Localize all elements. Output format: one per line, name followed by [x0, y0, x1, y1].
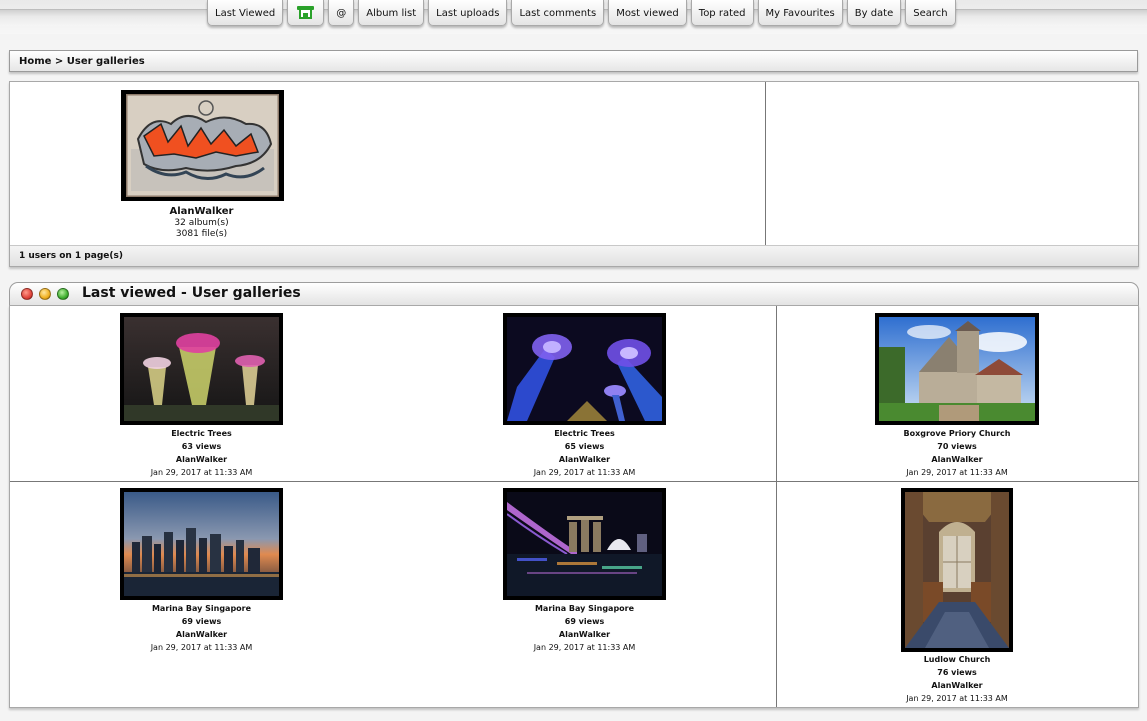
- photo-card: Electric Trees 63 views AlanWalker Jan 2…: [10, 306, 393, 481]
- breadcrumb[interactable]: Home > User galleries: [9, 50, 1138, 72]
- maximize-dot-icon[interactable]: [57, 288, 69, 300]
- photo-thumbnail[interactable]: [120, 313, 283, 425]
- tab-last-uploads[interactable]: Last uploads: [428, 0, 508, 26]
- photo-card: Boxgrove Priory Church 70 views AlanWalk…: [776, 306, 1138, 481]
- tab-home[interactable]: [287, 0, 325, 26]
- user-name[interactable]: AlanWalker: [10, 206, 393, 217]
- photo-owner[interactable]: AlanWalker: [776, 453, 1138, 466]
- photo-title[interactable]: Ludlow Church: [776, 653, 1138, 666]
- marina-bay-skyline-image: [124, 492, 279, 596]
- photo-card: Electric Trees 65 views AlanWalker Jan 2…: [393, 306, 776, 481]
- user-gallery-thumbnail[interactable]: [121, 90, 284, 201]
- last-viewed-grid: Electric Trees 63 views AlanWalker Jan 2…: [9, 305, 1139, 708]
- photo-caption: Electric Trees 65 views AlanWalker Jan 2…: [393, 427, 776, 479]
- tab-last-comments[interactable]: Last comments: [511, 0, 605, 26]
- column-divider: [765, 82, 766, 246]
- photo-card: Marina Bay Singapore 69 views AlanWalker…: [10, 482, 393, 707]
- tab-my-favourites[interactable]: My Favourites: [757, 0, 843, 26]
- top-navigation-bar: Last Viewed @ Album list Last uploads La…: [0, 0, 1147, 34]
- file-count: 3081 file(s): [175, 229, 228, 239]
- supertrees-blue-image: [507, 317, 662, 421]
- close-dot-icon[interactable]: [21, 288, 33, 300]
- photo-owner[interactable]: AlanWalker: [776, 679, 1138, 692]
- users-pagination-footer: 1 users on 1 page(s): [10, 245, 1138, 266]
- photo-views: 70 views: [937, 442, 977, 451]
- photo-owner[interactable]: AlanWalker: [393, 628, 776, 641]
- photo-date: Jan 29, 2017 at 11:33 AM: [150, 643, 253, 652]
- photo-date: Jan 29, 2017 at 11:33 AM: [533, 468, 636, 477]
- section-title: Last viewed - User galleries: [82, 285, 301, 301]
- photo-thumbnail[interactable]: [503, 488, 666, 600]
- home-icon: [297, 6, 315, 19]
- photo-title[interactable]: Electric Trees: [10, 427, 393, 440]
- minimize-dot-icon[interactable]: [39, 288, 51, 300]
- photo-thumbnail[interactable]: [875, 313, 1039, 425]
- marina-bay-night-image: [507, 492, 662, 596]
- boxgrove-church-image: [879, 317, 1035, 421]
- photo-owner[interactable]: AlanWalker: [10, 628, 393, 641]
- last-viewed-header: Last viewed - User galleries: [9, 282, 1139, 306]
- tab-album-list[interactable]: Album list: [358, 0, 425, 26]
- photo-owner[interactable]: AlanWalker: [393, 453, 776, 466]
- photo-date: Jan 29, 2017 at 11:33 AM: [906, 468, 1008, 477]
- graffiti-thumbnail-image: [126, 94, 279, 197]
- photo-date: Jan 29, 2017 at 11:33 AM: [150, 468, 253, 477]
- user-galleries-table: AlanWalker 32 album(s) 3081 file(s) 1 us…: [9, 81, 1139, 267]
- photo-card: Marina Bay Singapore 69 views AlanWalker…: [393, 482, 776, 707]
- photo-thumbnail[interactable]: [120, 488, 283, 600]
- photo-title[interactable]: Boxgrove Priory Church: [776, 427, 1138, 440]
- photo-views: 76 views: [937, 668, 977, 677]
- photo-caption: Electric Trees 63 views AlanWalker Jan 2…: [10, 427, 393, 479]
- photo-views: 65 views: [564, 442, 605, 451]
- photo-views: 69 views: [181, 617, 222, 626]
- tab-last-viewed[interactable]: Last Viewed: [207, 0, 284, 26]
- nav-tabs: Last Viewed @ Album list Last uploads La…: [207, 0, 960, 30]
- tab-most-viewed[interactable]: Most viewed: [608, 0, 687, 26]
- photo-caption: Ludlow Church 76 views AlanWalker Jan 29…: [776, 653, 1138, 705]
- photo-title[interactable]: Marina Bay Singapore: [393, 602, 776, 615]
- supertrees-night-image: [124, 317, 279, 421]
- ludlow-church-interior-image: [905, 492, 1009, 648]
- photo-title[interactable]: Marina Bay Singapore: [10, 602, 393, 615]
- photo-caption: Boxgrove Priory Church 70 views AlanWalk…: [776, 427, 1138, 479]
- photo-owner[interactable]: AlanWalker: [10, 453, 393, 466]
- tab-search[interactable]: Search: [905, 0, 956, 26]
- tab-top-rated[interactable]: Top rated: [690, 0, 754, 26]
- photo-date: Jan 29, 2017 at 11:33 AM: [906, 694, 1008, 703]
- tab-contact[interactable]: @: [328, 0, 355, 26]
- photo-thumbnail[interactable]: [901, 488, 1013, 652]
- photo-date: Jan 29, 2017 at 11:33 AM: [533, 643, 636, 652]
- photo-thumbnail[interactable]: [503, 313, 666, 425]
- photo-card: Ludlow Church 76 views AlanWalker Jan 29…: [776, 482, 1138, 707]
- photo-caption: Marina Bay Singapore 69 views AlanWalker…: [10, 602, 393, 654]
- photo-title[interactable]: Electric Trees: [393, 427, 776, 440]
- tab-by-date[interactable]: By date: [846, 0, 902, 26]
- photo-caption: Marina Bay Singapore 69 views AlanWalker…: [393, 602, 776, 654]
- photo-views: 63 views: [181, 442, 222, 451]
- photo-views: 69 views: [564, 617, 605, 626]
- album-count: 32 album(s): [174, 218, 229, 228]
